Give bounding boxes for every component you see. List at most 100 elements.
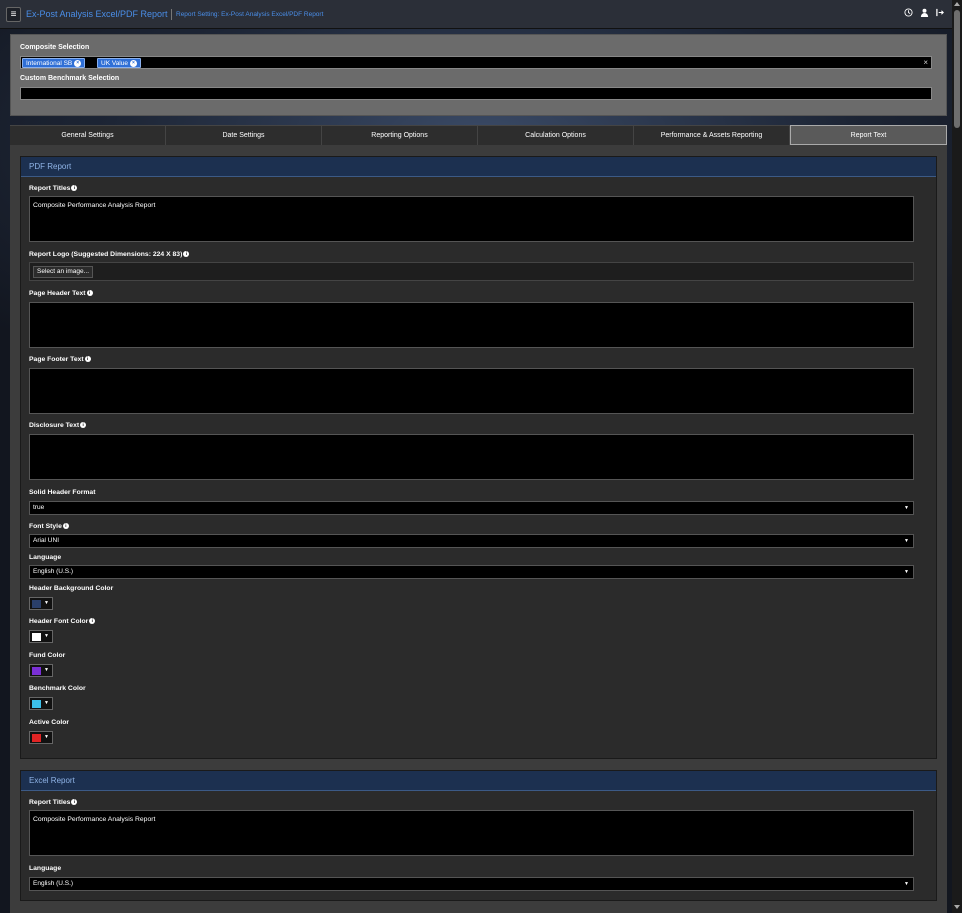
caret-down-icon: ▼ [904, 538, 909, 544]
info-icon[interactable]: i [86, 290, 93, 296]
select-value: English (U.S.) [33, 568, 74, 575]
pdf-report-header: PDF Report [21, 157, 936, 177]
color-swatch [32, 734, 41, 742]
label-text: Header Font Color [29, 618, 89, 625]
caret-down-icon: ▼ [44, 600, 49, 606]
solid-header-format-select[interactable]: true ▼ [29, 501, 914, 515]
app-title[interactable]: Ex-Post Analysis Excel/PDF Report [26, 9, 168, 19]
tab-general-settings[interactable]: General Settings [10, 125, 166, 145]
breadcrumb[interactable]: Report Setting: Ex-Post Analysis Excel/P… [176, 11, 323, 18]
top-bar: ≡ Ex-Post Analysis Excel/PDF Report Repo… [0, 0, 952, 29]
label-text: Font Style [29, 523, 62, 530]
select-value: Arial UNI [33, 537, 60, 544]
fund-color-label: Fund Color [29, 652, 66, 659]
pdf-language-select[interactable]: English (U.S.) ▼ [29, 565, 914, 579]
composite-tag-label: UK Value [101, 60, 128, 67]
font-style-label: Font Style i [29, 523, 69, 530]
info-icon[interactable]: i [71, 185, 78, 191]
excel-report-titles-textarea[interactable]: Composite Performance Analysis Report [29, 810, 914, 856]
title-separator [171, 9, 172, 20]
disclosure-text-label: Disclosure Text i [29, 422, 87, 429]
composite-selection-label: Composite Selection [20, 44, 90, 51]
color-swatch [32, 600, 41, 608]
vertical-scrollbar[interactable] [952, 0, 962, 913]
label-text: Report Logo (Suggested Dimensions: 224 X… [29, 251, 183, 258]
fund-color-picker[interactable]: ▼ [29, 664, 53, 677]
custom-benchmark-input[interactable] [20, 87, 932, 100]
select-value: true [33, 504, 45, 511]
caret-down-icon: ▼ [904, 881, 909, 887]
report-text-panel: PDF Report Report Titles i Composite Perf… [10, 145, 947, 913]
label-text: Report Titles [29, 799, 71, 806]
scrollbar-thumb[interactable] [954, 10, 960, 128]
caret-down-icon: ▼ [904, 569, 909, 575]
settings-tabs: General Settings Date Settings Reporting… [10, 125, 947, 145]
color-swatch [32, 700, 41, 708]
excel-report-titles-label: Report Titles i [29, 799, 78, 806]
select-value: English (U.S.) [33, 880, 74, 887]
header-font-color-label: Header Font Color i [29, 618, 96, 625]
caret-down-icon: ▼ [44, 700, 49, 706]
clock-icon[interactable] [902, 8, 915, 21]
remove-tag-icon[interactable]: × [74, 59, 82, 67]
header-background-color-label: Header Background Color [29, 585, 114, 592]
user-icon[interactable] [918, 8, 931, 21]
caret-down-icon: ▼ [44, 667, 49, 673]
tab-date-settings[interactable]: Date Settings [166, 125, 322, 145]
header-font-color-picker[interactable]: ▼ [29, 630, 53, 643]
info-icon[interactable]: i [71, 799, 78, 805]
pdf-report-titles-label: Report Titles i [29, 185, 78, 192]
benchmark-color-label: Benchmark Color [29, 685, 86, 692]
label-text: Disclosure Text [29, 422, 80, 429]
disclosure-textarea[interactable] [29, 434, 914, 480]
scroll-up-arrow-icon[interactable] [954, 2, 960, 6]
report-logo-upload: Select an image... [29, 262, 914, 281]
caret-down-icon: ▼ [44, 633, 49, 639]
excel-language-label: Language [29, 865, 62, 872]
sign-out-icon[interactable] [934, 8, 947, 21]
info-icon[interactable]: i [80, 422, 87, 428]
clear-selection-icon[interactable]: × [923, 57, 928, 68]
toolbar-icons [902, 8, 947, 21]
hamburger-menu-icon[interactable]: ≡ [6, 7, 21, 22]
pdf-language-label: Language [29, 554, 62, 561]
composite-tag[interactable]: UK Value × [97, 58, 141, 68]
benchmark-color-picker[interactable]: ▼ [29, 697, 53, 710]
composite-tag[interactable]: International SB × [22, 58, 86, 68]
info-icon[interactable]: i [183, 251, 190, 257]
tab-reporting-options[interactable]: Reporting Options [322, 125, 478, 145]
color-swatch [32, 667, 41, 675]
composite-selection-input[interactable]: International SB × UK Value × × [20, 56, 932, 69]
page-header-textarea[interactable] [29, 302, 914, 348]
scroll-down-arrow-icon[interactable] [954, 905, 960, 909]
report-logo-label: Report Logo (Suggested Dimensions: 224 X… [29, 251, 190, 258]
composite-tag-label: International SB [26, 60, 73, 67]
pdf-report-titles-textarea[interactable]: Composite Performance Analysis Report [29, 196, 914, 242]
select-image-button[interactable]: Select an image... [33, 266, 94, 278]
label-text: Report Titles [29, 185, 71, 192]
selection-panel: Composite Selection International SB × UK… [10, 34, 947, 116]
tab-report-text[interactable]: Report Text [790, 125, 947, 145]
active-color-label: Active Color [29, 719, 70, 726]
caret-down-icon: ▼ [904, 505, 909, 511]
label-text: Page Footer Text [29, 356, 84, 363]
page-footer-text-label: Page Footer Text i [29, 356, 91, 363]
caret-down-icon: ▼ [44, 734, 49, 740]
active-color-picker[interactable]: ▼ [29, 731, 53, 744]
excel-language-select[interactable]: English (U.S.) ▼ [29, 877, 914, 891]
excel-report-card: Excel Report Report Titles i Composite Pe… [20, 770, 937, 901]
info-icon[interactable]: i [89, 618, 96, 624]
font-style-select[interactable]: Arial UNI ▼ [29, 534, 914, 548]
pdf-report-card: PDF Report Report Titles i Composite Perf… [20, 156, 937, 759]
tab-performance-assets-reporting[interactable]: Performance & Assets Reporting [634, 125, 790, 145]
info-icon[interactable]: i [62, 523, 69, 529]
tab-calculation-options[interactable]: Calculation Options [478, 125, 634, 145]
excel-report-header: Excel Report [21, 771, 936, 791]
page-footer-textarea[interactable] [29, 368, 914, 414]
color-swatch [32, 633, 41, 641]
custom-benchmark-label: Custom Benchmark Selection [20, 75, 120, 82]
page-header-text-label: Page Header Text i [29, 290, 93, 297]
remove-tag-icon[interactable]: × [129, 59, 137, 67]
header-background-color-picker[interactable]: ▼ [29, 597, 53, 610]
info-icon[interactable]: i [84, 356, 91, 362]
